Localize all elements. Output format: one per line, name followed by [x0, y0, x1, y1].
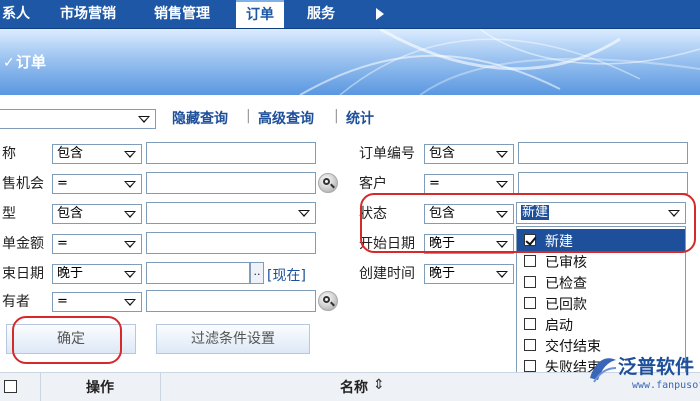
nav-item-service[interactable]: 服务: [307, 0, 335, 28]
filter-label-amount: 单金额: [2, 236, 44, 252]
nav-item-contacts[interactable]: 系人: [2, 0, 30, 28]
statistics-link[interactable]: 统计: [346, 108, 374, 128]
advanced-query-link[interactable]: 高级查询: [258, 108, 314, 128]
page-title: 订单: [16, 53, 47, 71]
column-header-actions: 操作: [86, 380, 114, 396]
confirm-button[interactable]: 确定: [6, 324, 136, 354]
amount-input[interactable]: [146, 232, 316, 254]
brand-name: 泛普软件: [618, 356, 695, 378]
now-link[interactable]: [现在]: [267, 265, 306, 285]
date-picker-button[interactable]: ..: [250, 262, 264, 284]
status-option[interactable]: 启动: [517, 313, 685, 335]
filter-label-owner: 有者: [2, 294, 30, 310]
end-date-operator-select[interactable]: 晚于: [52, 264, 142, 284]
brand-watermark: 泛普软件 www.fanpusoft.com: [584, 350, 700, 400]
sort-icon[interactable]: ⇕: [373, 377, 385, 393]
name-input[interactable]: [146, 142, 316, 164]
brand-logo-icon: [590, 358, 617, 383]
owner-input[interactable]: [146, 290, 316, 312]
filter-label-start-date: 开始日期: [359, 236, 415, 252]
created-time-operator-select[interactable]: 晚于: [424, 264, 514, 284]
pencil-icon: ✓: [3, 55, 15, 71]
name-operator-select[interactable]: 包含: [52, 144, 142, 164]
filter-label-opportunity: 售机会: [2, 176, 44, 192]
amount-operator-select[interactable]: =: [52, 234, 142, 254]
order-number-input[interactable]: [518, 142, 688, 164]
customer-operator-select[interactable]: =: [424, 174, 514, 194]
chevron-right-icon[interactable]: [376, 8, 384, 20]
opportunity-operator-select[interactable]: =: [52, 174, 142, 194]
filter-label-end-date: 束日期: [2, 266, 44, 282]
status-value-select[interactable]: 新建: [516, 202, 686, 224]
filter-label-customer: 客户: [359, 176, 387, 192]
search-icon[interactable]: [318, 291, 338, 311]
type-operator-select[interactable]: 包含: [52, 204, 142, 224]
nav-item-marketing[interactable]: 市场营销: [60, 0, 116, 28]
filter-settings-button[interactable]: 过滤条件设置: [156, 324, 310, 354]
nav-item-sales[interactable]: 销售管理: [154, 0, 210, 28]
filter-label-created-time: 创建时间: [359, 266, 415, 282]
saved-query-select[interactable]: [0, 109, 156, 129]
select-all-checkbox[interactable]: [4, 380, 17, 393]
order-number-operator-select[interactable]: 包含: [424, 144, 514, 164]
nav-item-orders[interactable]: 订单: [236, 0, 284, 28]
toolbar-separator: |: [246, 108, 251, 124]
status-option[interactable]: 已审核: [517, 250, 685, 272]
status-option[interactable]: 已回款: [517, 292, 685, 314]
customer-input[interactable]: [518, 172, 688, 194]
end-date-input[interactable]: [146, 262, 250, 284]
brand-url: www.fanpusoft.com: [632, 380, 700, 391]
toolbar-separator: |: [334, 108, 339, 124]
top-nav: 系人 市场营销 销售管理 订单 服务: [0, 0, 700, 29]
filter-label-name: 称: [2, 146, 16, 162]
status-option[interactable]: 已检查: [517, 271, 685, 293]
status-operator-select[interactable]: 包含: [424, 204, 514, 224]
page-banner: ✓ 订单: [0, 29, 700, 95]
opportunity-input[interactable]: [146, 172, 316, 194]
status-option[interactable]: 新建: [517, 229, 685, 251]
filter-label-status: 状态: [359, 206, 387, 222]
filter-label-type: 型: [2, 206, 16, 222]
owner-operator-select[interactable]: =: [52, 292, 142, 312]
banner-decoration: [299, 29, 700, 95]
start-date-operator-select[interactable]: 晚于: [424, 234, 514, 254]
filter-label-order-number: 订单编号: [359, 146, 415, 162]
search-icon[interactable]: [318, 173, 338, 193]
hide-query-link[interactable]: 隐藏查询: [172, 108, 228, 128]
column-header-name[interactable]: 名称: [340, 377, 368, 397]
type-value-select[interactable]: [146, 202, 316, 224]
